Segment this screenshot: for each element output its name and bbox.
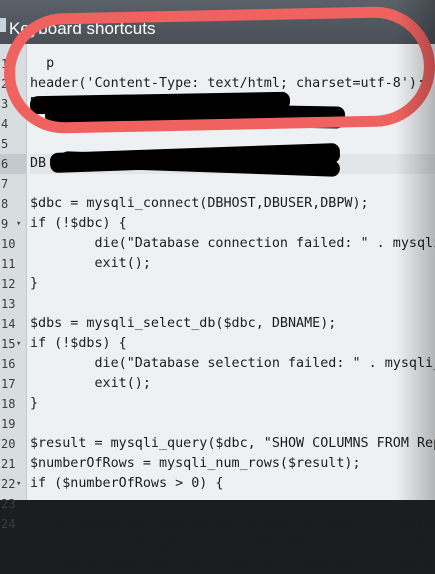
code-line[interactable]: to just the part of the database for tha… <box>0 534 435 554</box>
code-text: die("Database selection failed: " . mysq… <box>30 356 435 371</box>
code-text: exit(); <box>30 256 151 271</box>
code-text: /* By changing Fred below to another spe… <box>30 516 435 531</box>
line-number: 15 <box>1 337 16 351</box>
code-text: exit(); <box>30 376 151 391</box>
line-number: 19 <box>1 417 16 431</box>
code-text: if ($numberOfRows > 0) { <box>30 476 224 491</box>
annotation-circle <box>2 5 435 135</box>
fold-arrow-icon[interactable]: ▾ <box>16 334 21 354</box>
code-line[interactable]: 22 ▾ if ($numberOfRows > 0) { <box>0 474 435 494</box>
line-number: 16 <box>1 357 16 371</box>
line-number: 14 <box>1 317 16 331</box>
code-line[interactable]: 17 exit(); <box>0 374 435 394</box>
code-text: if (!$dbs) { <box>30 336 127 351</box>
code-text: to just the part of the database for tha… <box>30 536 435 551</box>
line-number: 22 <box>1 477 16 491</box>
code-line[interactable]: 15 ▾ if (!$dbs) { <box>0 334 435 354</box>
code-line[interactable]: 9 ▾ if (!$dbc) { <box>0 214 435 234</box>
code-text: $dbc = mysqli_connect(DBHOST,DBUSER,DBPW… <box>30 196 369 211</box>
code-text: } <box>30 276 39 291</box>
line-number: 21 <box>1 457 16 471</box>
line-number: 10 <box>1 237 16 251</box>
line-number <box>0 554 26 574</box>
code-text: die("Database connection failed: " . mys… <box>30 236 435 251</box>
code-line[interactable]: 18} <box>0 394 435 414</box>
line-number: 23 <box>1 497 16 511</box>
line-number <box>0 534 26 554</box>
line-number: 24 <box>1 517 16 531</box>
code-line[interactable]: 8 $dbc = mysqli_connect(DBHOST,DBUSER,DBP… <box>0 194 435 214</box>
code-text: } <box>30 396 39 411</box>
code-text: $dbs = mysqli_select_db($dbc, DBNAME); <box>30 316 337 331</box>
code-line[interactable]: 14 $dbs = mysqli_select_db($dbc, DBNAME); <box>0 314 435 334</box>
code-line[interactable]: 24 /* By changing Fred below to another s… <box>0 514 435 534</box>
fold-arrow-icon[interactable]: ▾ <box>16 214 21 234</box>
code-line[interactable]: WHERE recorder_id='Fred' all together if… <box>0 554 435 574</box>
code-line[interactable]: 21 $numberOfRows = mysqli_num_rows($resul… <box>0 454 435 474</box>
code-text: WHERE recorder_id='Fred' all together if… <box>30 556 434 571</box>
code-line[interactable]: 12} <box>0 274 435 294</box>
line-number: 20 <box>1 437 16 451</box>
fold-arrow-icon[interactable]: ▾ <box>16 474 21 494</box>
line-number: 12 <box>1 277 16 291</box>
code-line[interactable]: 19 <box>0 414 435 434</box>
keyboard-icon <box>0 18 6 32</box>
line-number: 8 <box>1 197 9 211</box>
line-number: 13 <box>1 297 16 311</box>
line-number: 6 <box>0 154 26 174</box>
code-line[interactable]: 10 die("Database connection failed: " . … <box>0 234 435 254</box>
code-line[interactable]: 7 <box>0 174 435 194</box>
code-text: $numberOfRows = mysqli_num_rows($result)… <box>30 456 361 471</box>
code-line[interactable]: 13 <box>0 294 435 314</box>
line-number: 9 <box>1 217 9 231</box>
line-number: 5 <box>1 137 9 151</box>
line-number: 11 <box>1 257 16 271</box>
code-text: $result = mysqli_query($dbc, "SHOW COLUM… <box>30 436 435 451</box>
code-line[interactable]: 16 die("Database selection failed: " . m… <box>0 354 435 374</box>
code-line[interactable]: 23 <box>0 494 435 514</box>
line-number: 7 <box>1 177 9 191</box>
line-number: 18 <box>1 397 16 411</box>
code-line[interactable]: 20 $result = mysqli_query($dbc, "SHOW COL… <box>0 434 435 454</box>
code-text: if (!$dbc) { <box>30 216 127 231</box>
line-number: 17 <box>1 377 16 391</box>
code-line[interactable]: 11 exit(); <box>0 254 435 274</box>
